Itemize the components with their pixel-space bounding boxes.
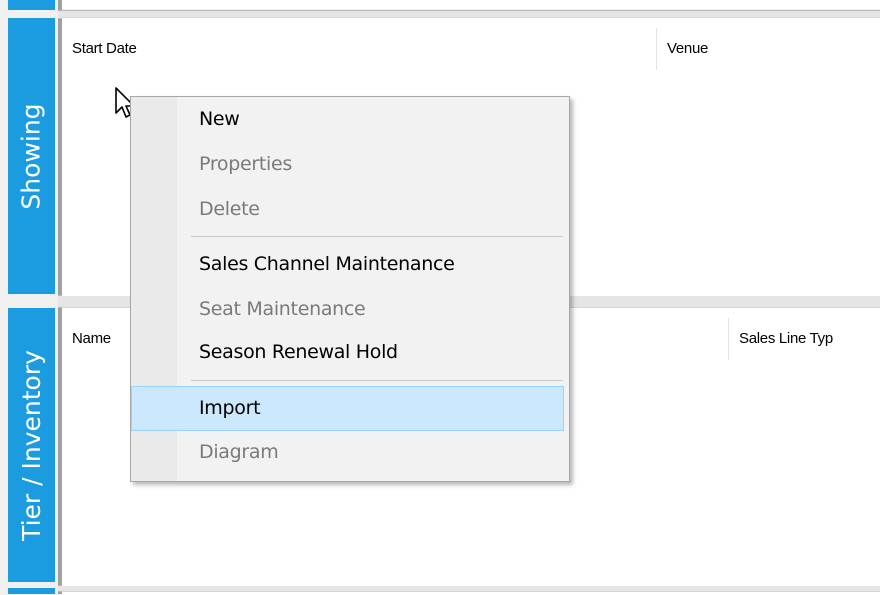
column-header-sales-line-type[interactable]: Sales Line Typ [739,330,833,347]
side-tab-top[interactable] [8,0,55,10]
column-separator[interactable] [656,28,657,70]
menu-highlight [131,386,564,431]
top-panel [62,0,880,9]
side-tab-showing-label: Showing [17,102,46,210]
menu-item-diagram[interactable]: Diagram [199,441,279,463]
menu-separator [191,380,563,381]
menu-item-seat-maintenance[interactable]: Seat Maintenance [199,298,366,320]
menu-item-properties[interactable]: Properties [199,153,292,175]
menu-item-new[interactable]: New [199,108,240,130]
menu-separator [191,236,563,237]
side-tab-tier-inventory-label: Tier / Inventory [17,349,46,541]
column-header-venue[interactable]: Venue [667,40,708,57]
side-tab-tier-inventory[interactable]: Tier / Inventory [8,308,55,582]
menu-item-sales-channel-maintenance[interactable]: Sales Channel Maintenance [199,253,455,275]
side-tab-bottom[interactable] [8,588,55,594]
bottom-panel [62,591,880,595]
menu-item-delete[interactable]: Delete [199,198,260,220]
menu-item-season-renewal-hold[interactable]: Season Renewal Hold [199,341,398,363]
context-menu: New Properties Delete Sales Channel Main… [130,96,570,482]
column-header-start-date[interactable]: Start Date [72,40,137,57]
column-separator[interactable] [728,318,729,360]
menu-item-import[interactable]: Import [199,397,261,419]
side-tab-showing[interactable]: Showing [8,18,55,294]
column-header-name[interactable]: Name [72,330,111,347]
